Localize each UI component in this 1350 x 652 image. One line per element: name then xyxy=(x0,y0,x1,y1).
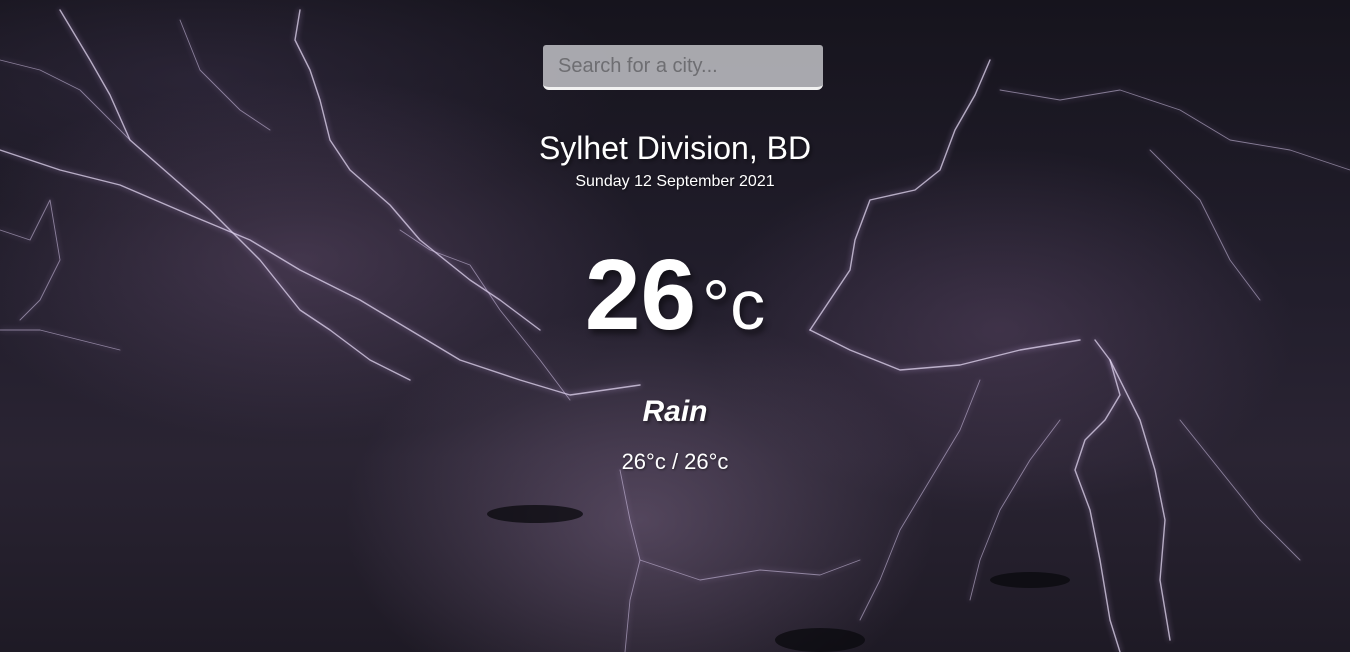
location-name: Sylhet Division, BD xyxy=(538,130,812,166)
weather-app: Sylhet Division, BD Sunday 12 September … xyxy=(0,0,1350,652)
city-search-input[interactable] xyxy=(543,45,823,90)
weather-condition: Rain xyxy=(642,395,708,428)
temperature-unit: °c xyxy=(702,266,766,344)
temperature-display: 26°c xyxy=(0,240,1350,380)
temperature-value: 26 xyxy=(584,239,697,351)
current-date: Sunday 12 September 2021 xyxy=(575,173,775,190)
search-box xyxy=(543,45,823,90)
hi-low-temperature: 26°c / 26°c xyxy=(621,449,729,474)
